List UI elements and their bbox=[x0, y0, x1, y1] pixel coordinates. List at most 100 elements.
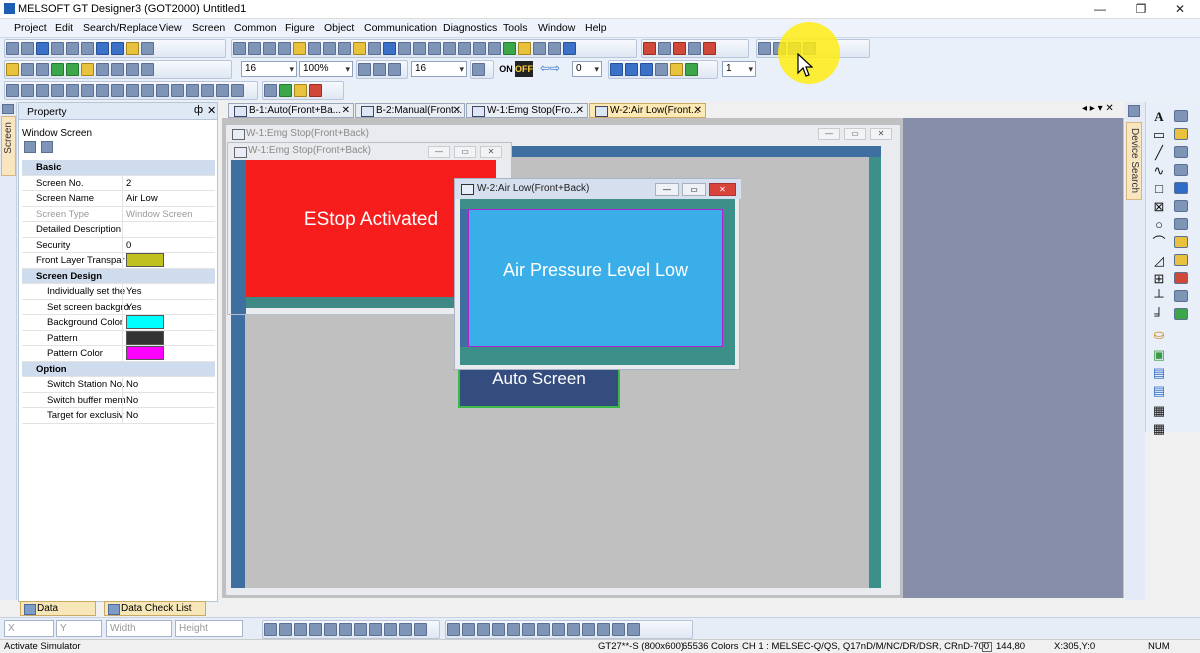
screen-icon[interactable] bbox=[458, 42, 471, 55]
align-icon[interactable] bbox=[201, 84, 214, 97]
image-icon[interactable]: ▣ bbox=[1152, 348, 1166, 362]
text-size-select[interactable]: 16 bbox=[411, 61, 467, 77]
window-close-icon[interactable]: ✕ bbox=[480, 146, 502, 158]
y-field[interactable]: Y bbox=[56, 620, 102, 637]
order-icon[interactable] bbox=[294, 84, 307, 97]
tab-w2-air-low[interactable]: W-2:Air Low(Front... ✕ bbox=[589, 103, 706, 118]
layer-icon[interactable] bbox=[655, 63, 668, 76]
align-icon[interactable] bbox=[66, 84, 79, 97]
menu-window[interactable]: Window bbox=[538, 22, 575, 34]
paste-icon[interactable] bbox=[81, 42, 94, 55]
height-field[interactable]: Height bbox=[175, 620, 243, 637]
prop-row[interactable]: Screen Name Air Low bbox=[22, 191, 215, 207]
screen-icon[interactable] bbox=[503, 42, 516, 55]
align-icon[interactable] bbox=[309, 623, 322, 636]
tab-close-icon[interactable]: ✕ bbox=[453, 104, 461, 117]
toolbar-screen[interactable] bbox=[231, 39, 637, 58]
close-icon[interactable]: ✕ bbox=[207, 104, 216, 117]
screen-icon[interactable] bbox=[233, 42, 246, 55]
screen-icon[interactable] bbox=[278, 42, 291, 55]
lamp-icon[interactable] bbox=[1174, 128, 1188, 140]
prop-row[interactable]: Security 0 bbox=[22, 237, 215, 253]
dev-icon[interactable] bbox=[610, 63, 623, 76]
align-icon[interactable] bbox=[6, 84, 19, 97]
menu-object[interactable]: Object bbox=[324, 22, 354, 34]
background-color-swatch[interactable] bbox=[126, 315, 164, 329]
back-icon[interactable] bbox=[51, 63, 64, 76]
window-close-icon[interactable]: ✕ bbox=[870, 128, 892, 140]
prop-row[interactable]: Set screen backgro Yes bbox=[22, 299, 215, 315]
window-maximize-icon[interactable]: ▭ bbox=[682, 183, 706, 196]
ascii-icon[interactable] bbox=[1174, 164, 1188, 176]
align-icon[interactable] bbox=[96, 84, 109, 97]
screen-icon[interactable] bbox=[518, 42, 531, 55]
screen-icon[interactable] bbox=[533, 42, 546, 55]
prop-row[interactable]: Pattern bbox=[22, 330, 215, 346]
style-icon[interactable] bbox=[567, 623, 580, 636]
dev-icon[interactable] bbox=[625, 63, 638, 76]
window-w2-air-low[interactable]: W-2:Air Low(Front+Back) — ▭ ✕ Air Pressu… bbox=[454, 178, 741, 370]
undo-icon[interactable] bbox=[96, 42, 109, 55]
align-icon[interactable] bbox=[279, 623, 292, 636]
recipe-icon[interactable] bbox=[1174, 254, 1188, 266]
off-toggle[interactable]: OFF bbox=[515, 61, 533, 77]
parts-icon[interactable] bbox=[1174, 218, 1188, 230]
fill-icon[interactable] bbox=[111, 63, 124, 76]
align-icon[interactable] bbox=[186, 84, 199, 97]
pattern-color-swatch[interactable] bbox=[126, 346, 164, 360]
align-icon[interactable] bbox=[294, 623, 307, 636]
minimize-button[interactable]: — bbox=[1080, 1, 1120, 18]
screen-tree-icon[interactable] bbox=[2, 104, 14, 114]
align-icon[interactable] bbox=[111, 84, 124, 97]
align-icon[interactable] bbox=[216, 84, 229, 97]
toolbar-standard[interactable] bbox=[4, 39, 226, 58]
arrow-icon[interactable]: ⇦⇨ bbox=[540, 61, 570, 77]
x-field[interactable]: X bbox=[4, 620, 54, 637]
screen-icon[interactable] bbox=[263, 42, 276, 55]
screen-icon[interactable] bbox=[353, 42, 366, 55]
help-icon[interactable] bbox=[141, 42, 154, 55]
copy-icon[interactable] bbox=[66, 42, 79, 55]
align-icon[interactable] bbox=[399, 623, 412, 636]
data-browser-tab[interactable]: Data Browser bbox=[20, 601, 96, 627]
object-icon[interactable] bbox=[1174, 110, 1188, 122]
toolbar-display[interactable] bbox=[608, 60, 718, 79]
cut-icon[interactable] bbox=[51, 42, 64, 55]
tool-icon[interactable] bbox=[758, 42, 771, 55]
folder-icon[interactable]: ▭ bbox=[1152, 128, 1166, 142]
open-icon[interactable] bbox=[21, 42, 34, 55]
front-layer-swatch[interactable] bbox=[126, 253, 164, 267]
screen-icon[interactable] bbox=[548, 42, 561, 55]
toolbar-object[interactable] bbox=[641, 39, 749, 58]
window-minimize-icon[interactable]: — bbox=[428, 146, 450, 158]
order-icon[interactable] bbox=[264, 84, 277, 97]
line-color-icon[interactable] bbox=[96, 63, 109, 76]
object-icon[interactable] bbox=[643, 42, 656, 55]
screen-icon[interactable] bbox=[488, 42, 501, 55]
pin-icon[interactable]: ф bbox=[194, 104, 203, 116]
object-icon[interactable] bbox=[703, 42, 716, 55]
menu-screen[interactable]: Screen bbox=[192, 22, 225, 34]
style-icon[interactable] bbox=[522, 623, 535, 636]
arc-icon[interactable]: ⌒ bbox=[1152, 236, 1166, 250]
prop-row[interactable]: Switch Station No. No bbox=[22, 377, 215, 393]
style-icon[interactable] bbox=[447, 623, 460, 636]
align-icon[interactable] bbox=[81, 84, 94, 97]
tab-close-icon[interactable]: ✕ bbox=[576, 104, 584, 117]
menu-figure[interactable]: Figure bbox=[285, 22, 315, 34]
layer-icon[interactable] bbox=[685, 63, 698, 76]
style-icon[interactable] bbox=[612, 623, 625, 636]
menu-search-replace[interactable]: Search/Replace bbox=[83, 22, 158, 34]
close-button[interactable]: ✕ bbox=[1160, 1, 1200, 18]
id-icon[interactable] bbox=[640, 63, 653, 76]
figure-icon[interactable] bbox=[81, 63, 94, 76]
window-maximize-icon[interactable]: ▭ bbox=[844, 128, 866, 140]
section-screen-design[interactable]: Screen Design bbox=[22, 268, 215, 284]
prop-row[interactable]: Background Color bbox=[22, 315, 215, 331]
toolbar-grid[interactable] bbox=[470, 60, 494, 79]
shape-icon[interactable]: ▤ bbox=[1152, 384, 1166, 398]
maximize-button[interactable]: ❐ bbox=[1121, 1, 1161, 18]
screen-icon[interactable] bbox=[308, 42, 321, 55]
style-icon[interactable] bbox=[492, 623, 505, 636]
toolbar-align[interactable] bbox=[4, 81, 258, 100]
